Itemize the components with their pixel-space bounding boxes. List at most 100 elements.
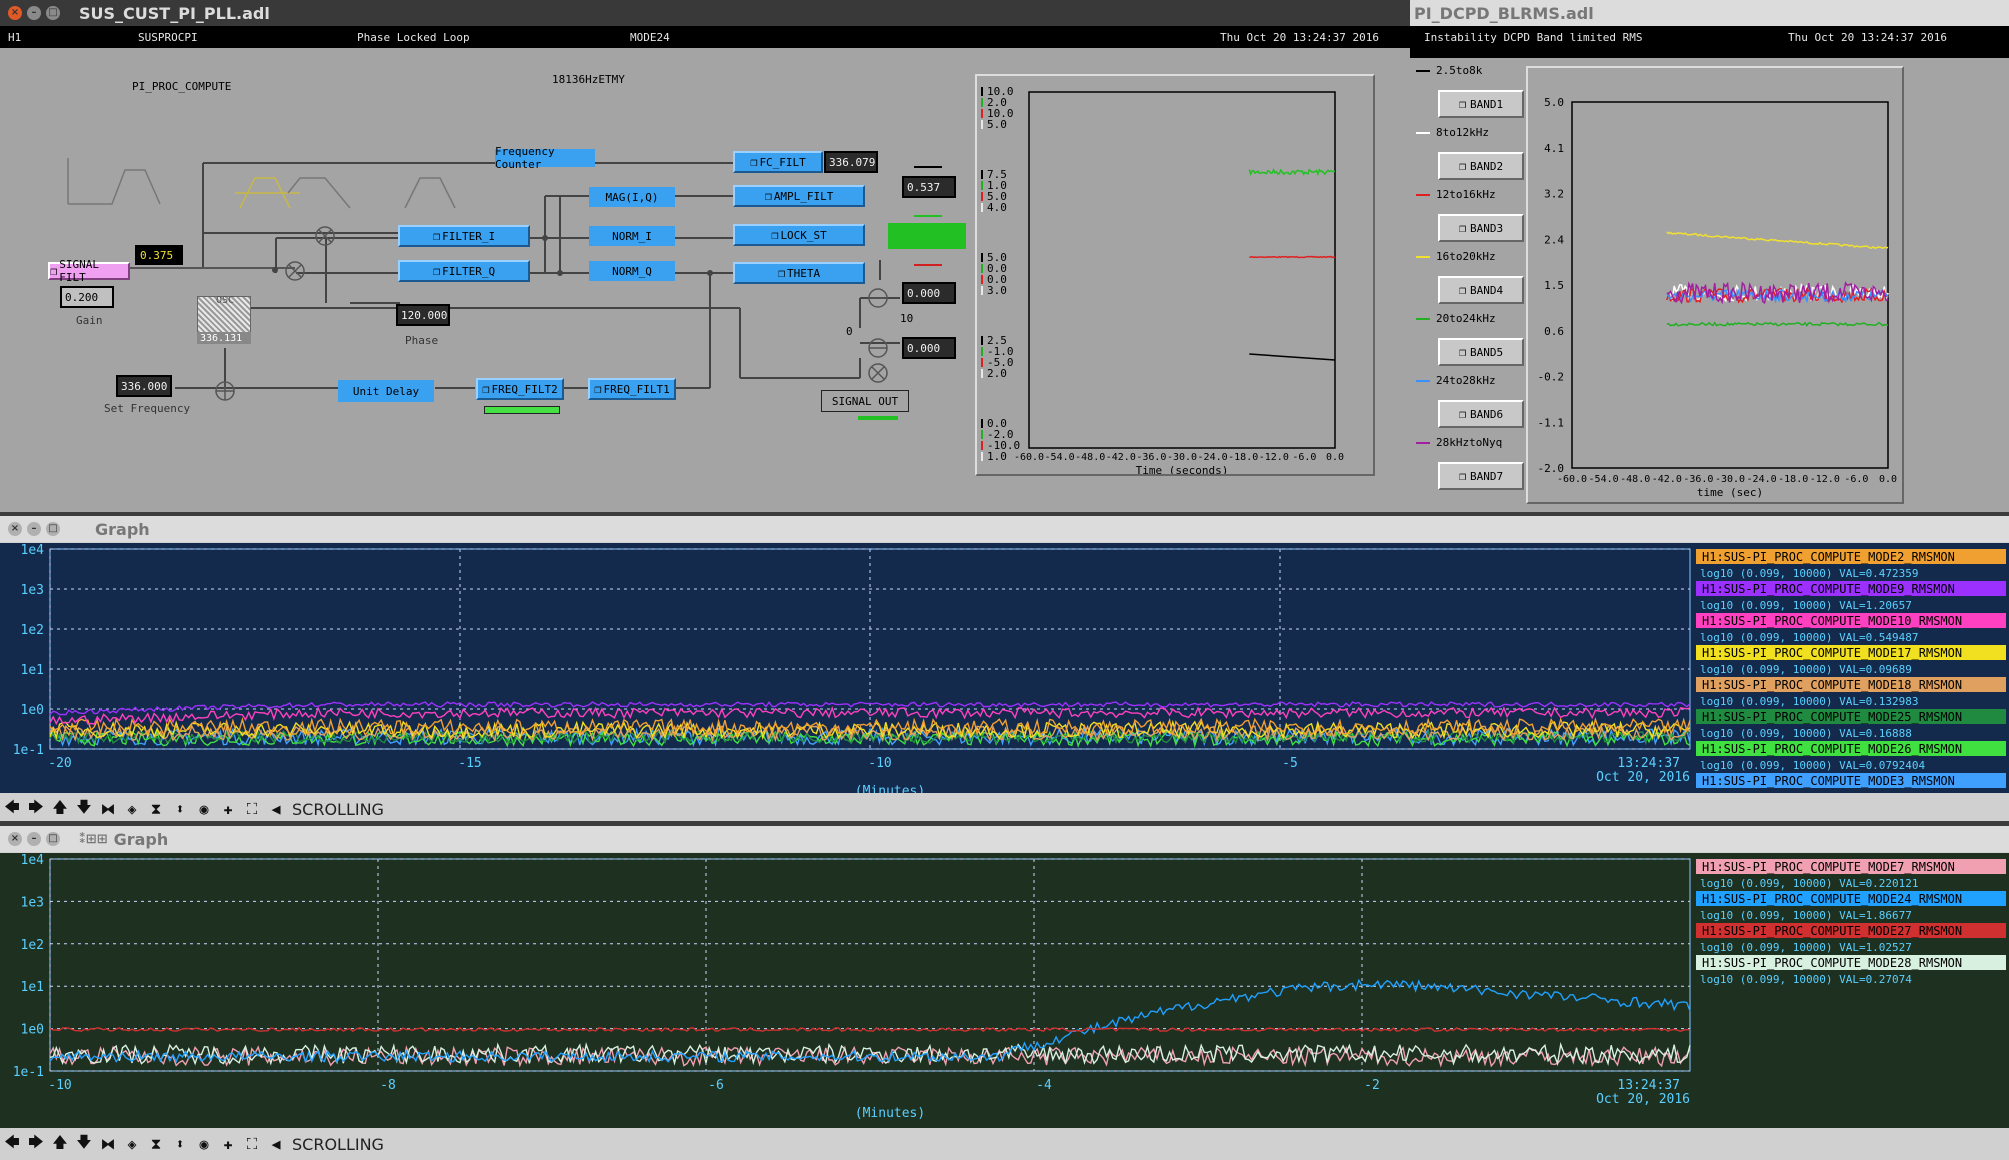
zoom-y-in-icon[interactable]: ⧗ xyxy=(144,798,168,820)
graph-y-tick: 1e3 xyxy=(21,583,44,598)
zoom-x-out-icon[interactable]: ◈ xyxy=(120,1133,144,1155)
maximize-icon[interactable]: □ xyxy=(46,6,60,20)
autoscale-icon[interactable]: ⛶ xyxy=(240,798,264,820)
ampl-filt-button[interactable]: AMPL_FILT xyxy=(733,185,865,207)
band-button[interactable]: BAND5 xyxy=(1438,338,1524,366)
strip-x-tick: -18.0 xyxy=(1228,452,1258,463)
band-button[interactable]: BAND7 xyxy=(1438,462,1524,490)
strip-plot-area xyxy=(1028,91,1336,449)
norm-q-indicator: NORM_Q xyxy=(589,261,675,281)
graph2-window: × – □ ⁑⊞⊞ Graph 1e4 1e3 1e2 1e1 1e0 1e-1 -10 -8… xyxy=(0,826,2009,1160)
legend-series-value: log10 (0.099, 10000) VAL=1.02527 xyxy=(1700,941,1912,954)
freq-filt2-button[interactable]: FREQ_FILT2 xyxy=(476,378,564,400)
lock-st-button[interactable]: LOCK_ST xyxy=(733,224,865,246)
blrms-x-tick: 0.0 xyxy=(1879,474,1897,485)
pll-strip-chart: 10.02.010.05.07.51.05.04.05.00.00.03.02.… xyxy=(975,74,1375,476)
maximize-icon[interactable]: □ xyxy=(46,522,60,536)
phase-readout[interactable]: 120.000 xyxy=(396,304,450,326)
window-menu-icon[interactable]: ⁑⊞⊞ xyxy=(79,832,108,847)
band-label: 16to20kHz xyxy=(1436,250,1496,263)
scroll-mode-icon[interactable]: ◀ xyxy=(264,1133,288,1155)
plus-icon[interactable]: ✚ xyxy=(216,1133,240,1155)
zoom-y-out-icon[interactable]: ⬍ xyxy=(168,1133,192,1155)
minimize-icon[interactable]: – xyxy=(27,6,41,20)
plus-icon[interactable]: ✚ xyxy=(216,798,240,820)
mode-label: MODE24 xyxy=(630,30,670,44)
reset-icon[interactable]: ◉ xyxy=(192,1133,216,1155)
blrms-y-tick: 3.2 xyxy=(1544,188,1564,201)
band-color-swatch xyxy=(1416,380,1430,382)
graph-y-tick: 1e0 xyxy=(21,1023,44,1038)
arrow-right-icon[interactable]: 🡆 xyxy=(24,1133,48,1155)
band-button-label: BAND1 xyxy=(1470,97,1504,111)
graph2-mode-label[interactable]: SCROLLING xyxy=(292,1135,384,1154)
graph-y-tick: 1e3 xyxy=(21,895,44,910)
theta-button[interactable]: THETA xyxy=(733,262,865,284)
graph1-titlebar[interactable]: × – □ Graph xyxy=(0,516,2009,542)
strip-tick-color xyxy=(981,452,983,461)
gain-label: Gain xyxy=(76,314,103,327)
norm-i-indicator: NORM_I xyxy=(589,226,675,246)
close-icon[interactable]: × xyxy=(8,832,22,846)
zoom-x-in-icon[interactable]: ⧓ xyxy=(96,1133,120,1155)
legend-series-name: H1:SUS-PI_PROC_COMPUTE_MODE10_RMSMON xyxy=(1702,614,1962,628)
blrms-y-tick: 5.0 xyxy=(1544,96,1564,109)
signal-filt-button[interactable]: SIGNAL FILT xyxy=(48,258,130,284)
arrow-up-icon[interactable]: 🡅 xyxy=(48,798,72,820)
band-button[interactable]: BAND1 xyxy=(1438,90,1524,118)
arrow-right-icon[interactable]: 🡆 xyxy=(24,798,48,820)
graph1-mode-label[interactable]: SCROLLING xyxy=(292,800,384,819)
graph-x-tick: -10 xyxy=(868,756,891,771)
unit-delay-block: Unit Delay xyxy=(338,380,434,402)
graph2-titlebar[interactable]: × – □ ⁑⊞⊞ Graph xyxy=(0,826,2009,852)
legend-series-value: log10 (0.099, 10000) VAL=1.86677 xyxy=(1700,909,1912,922)
graph-plot-area[interactable] xyxy=(49,858,1691,1072)
ampl-readout: 0.537 xyxy=(902,176,956,198)
maximize-icon[interactable]: □ xyxy=(46,832,60,846)
filter-q-label: FILTER_Q xyxy=(442,264,496,278)
autoscale-icon[interactable]: ⛶ xyxy=(240,1133,264,1155)
set-frequency-readout[interactable]: 336.000 xyxy=(116,375,172,397)
blrms-plot-area xyxy=(1571,101,1889,469)
loop-name: Phase Locked Loop xyxy=(357,30,470,44)
graph-y-tick: 1e1 xyxy=(21,663,44,678)
minimize-icon[interactable]: – xyxy=(27,832,41,846)
arrow-down-icon[interactable]: 🡇 xyxy=(72,798,96,820)
reset-icon[interactable]: ◉ xyxy=(192,798,216,820)
strip-lock-trace xyxy=(1249,255,1336,259)
gain-readout[interactable]: 0.200 xyxy=(60,286,114,308)
fc-filt-button[interactable]: FC_FILT xyxy=(733,151,823,173)
zoom-y-out-icon[interactable]: ⬍ xyxy=(168,798,192,820)
freq-filt1-button[interactable]: FREQ_FILT1 xyxy=(588,378,676,400)
graph-y-tick: 1e-1 xyxy=(13,1065,44,1080)
graph-time-label: 13:24:37 xyxy=(1617,756,1680,771)
minimize-icon[interactable]: – xyxy=(27,522,41,536)
zoom-y-in-icon[interactable]: ⧗ xyxy=(144,1133,168,1155)
close-icon[interactable]: × xyxy=(8,6,22,20)
osc-label: OSC xyxy=(216,295,235,306)
strip-tick-color xyxy=(981,286,983,295)
filter-q-button[interactable]: FILTER_Q xyxy=(398,260,530,282)
arrow-left-icon[interactable]: 🡄 xyxy=(0,798,24,820)
legend-series-value: log10 (0.099, 10000) VAL=0.132983 xyxy=(1700,695,1919,708)
arrow-left-icon[interactable]: 🡄 xyxy=(0,1133,24,1155)
band-button[interactable]: BAND6 xyxy=(1438,400,1524,428)
zoom-x-out-icon[interactable]: ◈ xyxy=(120,798,144,820)
signal-out-button[interactable]: SIGNAL OUT xyxy=(821,390,909,412)
band-button[interactable]: BAND4 xyxy=(1438,276,1524,304)
strip-tick-color xyxy=(981,181,983,190)
pll-window: × – □ SUS_CUST_PI_PLL.adl H1 SUSPROCPI P… xyxy=(0,0,1410,512)
close-icon[interactable]: × xyxy=(8,522,22,536)
graph2-plot: 1e4 1e3 1e2 1e1 1e0 1e-1 -10 -8 -6 -4 -2 13:24:37Oc… xyxy=(0,853,2009,1128)
blrms-titlebar[interactable]: PI_DCPD_BLRMS.adl xyxy=(1410,0,2009,26)
scroll-mode-icon[interactable]: ◀ xyxy=(264,798,288,820)
band-button[interactable]: BAND2 xyxy=(1438,152,1524,180)
band-button-label: BAND4 xyxy=(1470,283,1504,297)
filter-i-button[interactable]: FILTER_I xyxy=(398,225,530,247)
arrow-up-icon[interactable]: 🡅 xyxy=(48,1133,72,1155)
band-button[interactable]: BAND3 xyxy=(1438,214,1524,242)
pll-titlebar[interactable]: × – □ SUS_CUST_PI_PLL.adl xyxy=(0,0,1410,26)
strip-tick-color xyxy=(981,170,983,179)
arrow-down-icon[interactable]: 🡇 xyxy=(72,1133,96,1155)
zoom-x-in-icon[interactable]: ⧓ xyxy=(96,798,120,820)
